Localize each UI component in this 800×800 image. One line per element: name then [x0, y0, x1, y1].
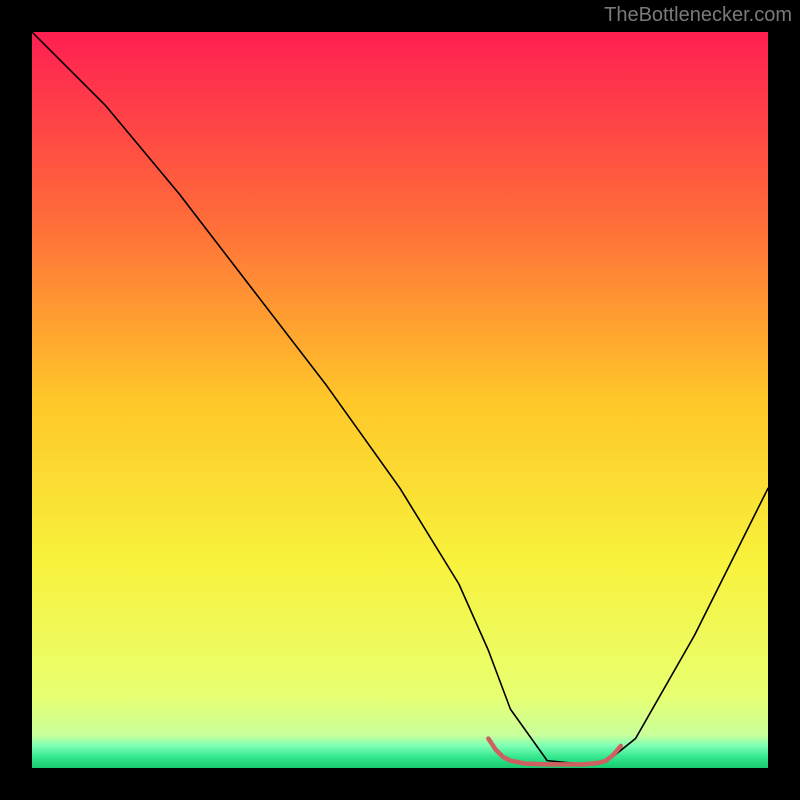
- chart-svg: [32, 32, 768, 768]
- chart-background: [32, 32, 768, 768]
- watermark-text: TheBottlenecker.com: [604, 4, 792, 27]
- chart-plot-area: [32, 32, 768, 768]
